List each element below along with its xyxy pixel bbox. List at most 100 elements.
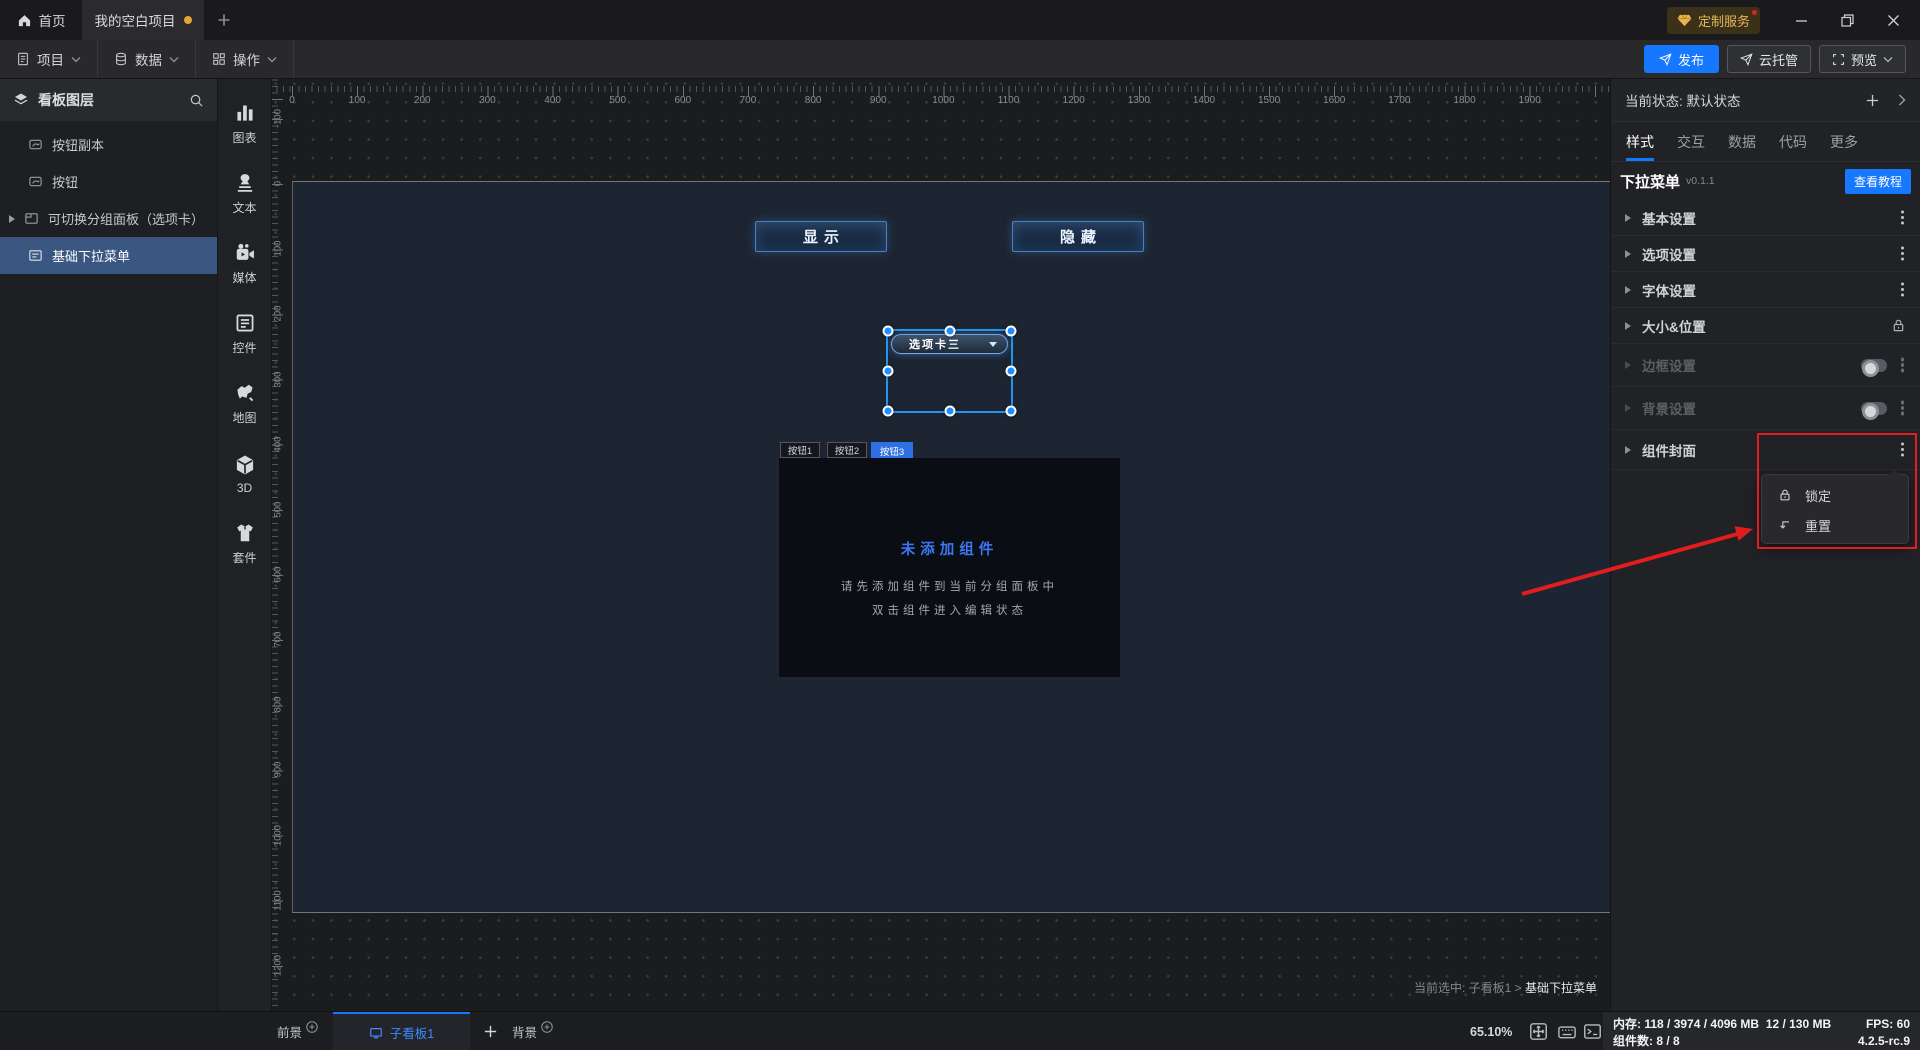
resize-handle-nw[interactable] [882, 325, 894, 337]
kebab-menu-icon[interactable] [1900, 363, 1904, 367]
resize-handle-n[interactable] [944, 325, 955, 337]
resize-handle-se[interactable] [1005, 405, 1017, 417]
menu-data[interactable]: 数据 [98, 40, 196, 78]
resize-handle-ne[interactable] [1005, 325, 1017, 337]
section-basic-settings[interactable]: 基本设置 [1611, 200, 1920, 236]
rail-item-charts[interactable]: 图表 [218, 89, 272, 159]
kebab-menu-icon[interactable] [1900, 251, 1904, 256]
search-icon[interactable] [189, 93, 204, 108]
ruler-vertical: -100 0 100 200 300 400 500 600 700 800 900 1000 1100… [272, 79, 292, 1011]
restore-button[interactable] [1824, 0, 1870, 40]
group-tab-button1[interactable]: 按钮1 [780, 442, 820, 458]
caret-right-icon [1625, 213, 1631, 222]
border-toggle-off[interactable] [1860, 358, 1887, 377]
ruler-label: 1100 [997, 95, 1020, 106]
inspector-tabs: 样式 交互 数据 代码 更多 [1611, 122, 1920, 162]
fps-value: 60 [1896, 1016, 1910, 1031]
layers-panel: 看板图层 按钮副本 按钮 可切换分组面板（选项卡） 基础下拉菜单 [0, 79, 218, 1011]
menu-project[interactable]: 项目 [0, 40, 98, 78]
background-group[interactable]: 背景 [512, 1012, 554, 1050]
tab-code[interactable]: 代码 [1779, 122, 1807, 161]
section-font-settings[interactable]: 字体设置 [1611, 272, 1920, 308]
canvas[interactable]: 0 100 200 300 400 500 600 700 800 900 1000 1100 1200… [272, 79, 1610, 1011]
dropdown-component[interactable]: 选项卡三 [891, 334, 1008, 354]
group-tab-button3[interactable]: 按钮3 [871, 442, 913, 459]
menu-item-reset[interactable]: 重置 [1762, 510, 1908, 540]
rail-item-map[interactable]: 地图 [218, 369, 272, 439]
section-size-position[interactable]: 大小&位置 [1611, 308, 1920, 344]
chevron-down-icon [1883, 56, 1893, 63]
new-tab-button[interactable] [204, 0, 244, 40]
ruler-label: 1800 [1453, 95, 1476, 106]
hide-button-component[interactable]: 隐藏 [1012, 221, 1144, 252]
ruler-label: 0 [272, 180, 284, 187]
project-tab[interactable]: 我的空白项目 [82, 0, 204, 40]
layer-item-button[interactable]: 按钮 [0, 163, 217, 200]
custom-service-badge[interactable]: 定制服务 [1666, 6, 1760, 34]
media-icon [234, 242, 256, 264]
section-border-settings[interactable]: 边框设置 [1611, 344, 1920, 387]
preview-button[interactable]: 预览 [1818, 45, 1906, 73]
section-background-settings[interactable]: 背景设置 [1611, 387, 1920, 430]
rail-item-text[interactable]: 文本 [218, 159, 272, 229]
resize-handle-w[interactable] [882, 365, 894, 377]
menu-actions[interactable]: 操作 [196, 40, 294, 78]
add-state-button[interactable] [1865, 93, 1880, 108]
rail-item-3d[interactable]: 3D [218, 439, 272, 509]
section-component-cover[interactable]: 组件封面 [1611, 430, 1920, 470]
background-toggle-off[interactable] [1860, 401, 1887, 420]
rail-label: 控件 [232, 341, 257, 355]
layer-item-label: 可切换分组面板（选项卡） [48, 212, 205, 227]
tab-label: 代码 [1779, 133, 1807, 150]
minimize-button[interactable] [1778, 0, 1824, 40]
lock-icon [1778, 488, 1792, 502]
tab-interaction[interactable]: 交互 [1677, 122, 1705, 161]
tab-label: 数据 [1728, 133, 1756, 150]
group-tab-button2[interactable]: 按钮2 [827, 442, 867, 458]
console-icon[interactable] [1582, 1021, 1603, 1042]
publish-button[interactable]: 发布 [1643, 45, 1719, 73]
tab-more[interactable]: 更多 [1830, 122, 1858, 161]
tutorial-button[interactable]: 查看教程 [1844, 168, 1911, 194]
layer-item-dropdown[interactable]: 基础下拉菜单 [0, 237, 217, 274]
chevron-right-icon[interactable] [1898, 94, 1906, 106]
kebab-menu-icon[interactable] [1900, 406, 1904, 410]
rail-item-controls[interactable]: 控件 [218, 299, 272, 369]
selection-box[interactable]: 选项卡三 [882, 325, 1017, 417]
show-button-component[interactable]: 显示 [755, 221, 887, 252]
lock-icon[interactable] [1891, 318, 1906, 333]
subboard-tab[interactable]: 子看板1 [333, 1012, 470, 1050]
foreground-group[interactable]: 前景 [277, 1012, 319, 1050]
menu-item-lock[interactable]: 锁定 [1762, 480, 1908, 510]
add-board-button[interactable] [477, 1012, 503, 1050]
resize-handle-s[interactable] [944, 405, 955, 417]
rail-label: 3D [236, 480, 253, 495]
text-icon [234, 172, 256, 194]
fit-view-icon[interactable] [1528, 1021, 1549, 1042]
kebab-menu-icon[interactable] [1900, 287, 1904, 292]
circle-plus-icon[interactable] [305, 1020, 319, 1034]
tab-style[interactable]: 样式 [1626, 122, 1654, 161]
layer-item-tab-panel[interactable]: 可切换分组面板（选项卡） [0, 200, 217, 237]
rail-item-kit[interactable]: 套件 [218, 509, 272, 579]
home-button[interactable]: 首页 [0, 0, 82, 40]
ruler-label: 500 [609, 95, 627, 106]
zoom-level[interactable]: 65.10% [1470, 1012, 1512, 1050]
group-panel-empty[interactable]: 未添加组件 请先添加组件到当前分组面板中 双击组件进入编辑状态 [779, 458, 1120, 677]
kebab-menu-icon[interactable] [1900, 447, 1904, 452]
circle-plus-icon[interactable] [540, 1020, 554, 1034]
layer-item-button-copy[interactable]: 按钮副本 [0, 126, 217, 163]
close-button[interactable] [1870, 0, 1916, 40]
cloud-host-button[interactable]: 云托管 [1726, 45, 1811, 73]
keyboard-shortcuts-icon[interactable] [1556, 1021, 1577, 1042]
resize-handle-sw[interactable] [882, 405, 894, 417]
chevron-down-icon [267, 56, 277, 63]
section-option-settings[interactable]: 选项设置 [1611, 236, 1920, 272]
tab-data[interactable]: 数据 [1728, 122, 1756, 161]
kebab-menu-icon[interactable] [1900, 215, 1904, 220]
hide-button-label: 隐藏 [1059, 229, 1102, 246]
board-icon [369, 1026, 383, 1040]
resize-handle-e[interactable] [1005, 365, 1017, 377]
empty-state-line2: 双击组件进入编辑状态 [872, 605, 1027, 617]
rail-item-media[interactable]: 媒体 [218, 229, 272, 299]
